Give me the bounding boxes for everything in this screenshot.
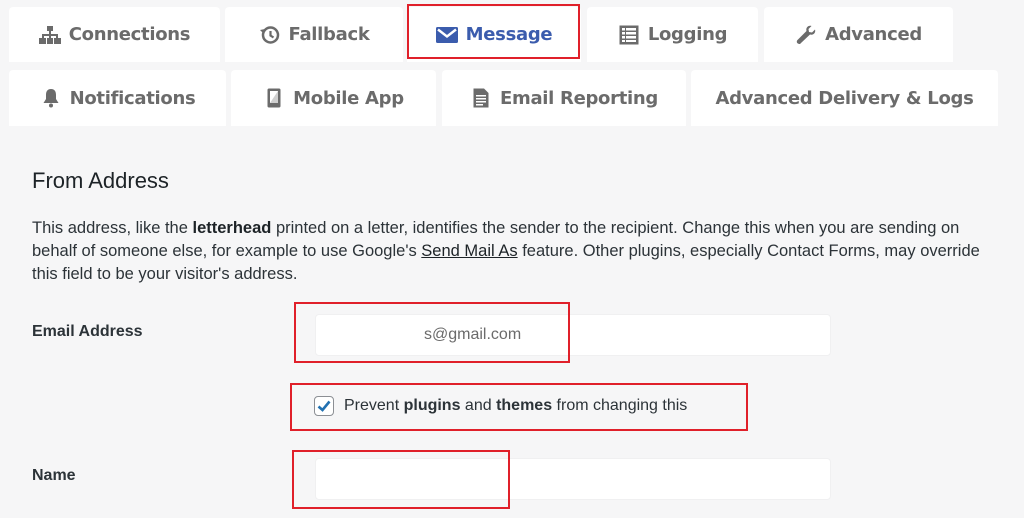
tab-label: Logging: [647, 24, 728, 45]
document-icon: [470, 88, 492, 108]
envelope-icon: [435, 25, 458, 45]
email-address-value: s@gmail.com: [424, 326, 522, 343]
history-icon: [259, 25, 281, 45]
tab-label: Fallback: [288, 24, 370, 45]
checkmark-icon: [317, 400, 331, 412]
section-title: From Address: [32, 168, 169, 193]
list-icon: [618, 25, 640, 45]
tab-label: Connections: [68, 24, 191, 45]
tab-advanced[interactable]: Advanced: [764, 7, 953, 62]
prevent-override-label: Prevent plugins and themes from changing…: [344, 397, 688, 414]
tab-mobile-app[interactable]: Mobile App: [231, 70, 436, 126]
email-address-input[interactable]: s@gmail.com: [315, 314, 831, 356]
tab-email-reporting[interactable]: Email Reporting: [442, 70, 686, 126]
tab-label: Notifications: [69, 87, 196, 109]
sitemap-icon: [38, 25, 61, 45]
tab-label: Mobile App: [293, 87, 404, 109]
tab-fallback[interactable]: Fallback: [225, 7, 403, 62]
mobile-icon: [263, 88, 285, 108]
send-mail-as-link[interactable]: Send Mail As: [421, 242, 517, 260]
wrench-icon: [795, 25, 817, 45]
tab-label: Advanced: [825, 24, 922, 45]
tab-label: Email Reporting: [500, 87, 658, 109]
tab-label: Advanced Delivery & Logs: [715, 87, 974, 109]
tab-notifications[interactable]: Notifications: [9, 70, 226, 126]
section-description: This address, like the letterhead printe…: [32, 219, 980, 283]
prevent-override-checkbox[interactable]: [314, 396, 334, 416]
name-label: Name: [32, 467, 76, 484]
tab-logging[interactable]: Logging: [587, 7, 758, 62]
tab-message[interactable]: Message: [407, 7, 581, 62]
email-address-label: Email Address: [32, 323, 143, 340]
prevent-override-option[interactable]: Prevent plugins and themes from changing…: [314, 396, 687, 416]
bell-icon: [40, 88, 62, 108]
tab-label: Message: [465, 24, 553, 45]
tab-connections[interactable]: Connections: [9, 7, 220, 62]
name-input[interactable]: [315, 458, 831, 500]
tab-advanced-delivery-logs[interactable]: Advanced Delivery & Logs: [691, 70, 998, 126]
